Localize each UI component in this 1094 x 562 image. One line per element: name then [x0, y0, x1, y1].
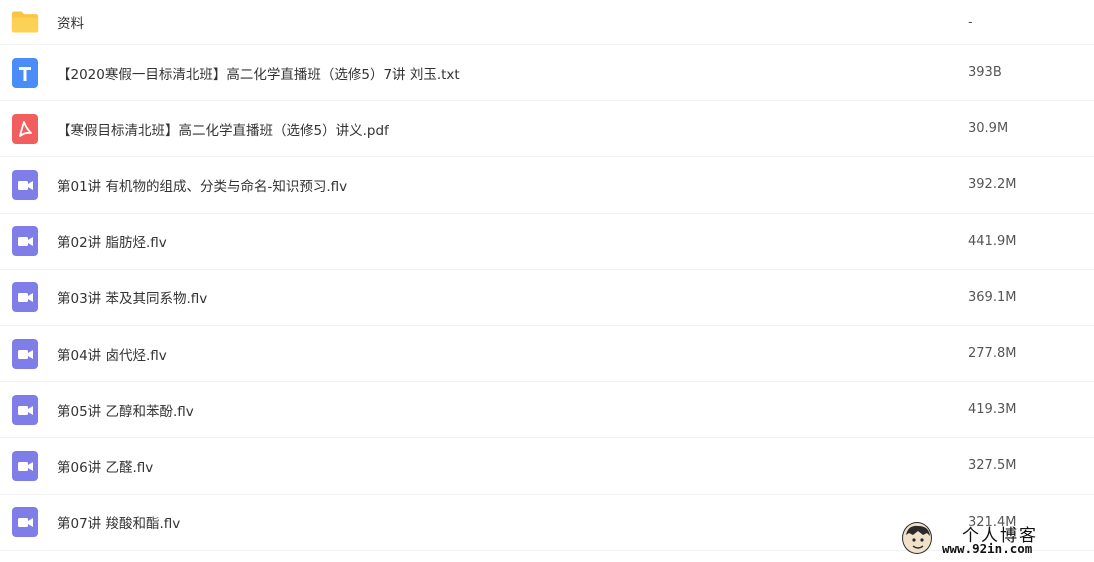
- file-size: -: [968, 14, 973, 30]
- file-row-video[interactable]: 第06讲 乙醛.flv 327.5M: [0, 438, 1094, 495]
- video-file-icon: [11, 394, 39, 425]
- file-row-folder[interactable]: 资料 -: [0, 0, 1094, 45]
- file-name[interactable]: 【寒假目标清北班】高二化学直播班（选修5）讲义.pdf: [57, 119, 389, 139]
- file-row-video[interactable]: 第01讲 有机物的组成、分类与命名-知识预习.flv 392.2M: [0, 157, 1094, 214]
- file-size: 30.9M: [968, 121, 1009, 137]
- file-row-video[interactable]: 第03讲 苯及其同系物.flv 369.1M: [0, 270, 1094, 326]
- video-file-icon: [11, 338, 39, 369]
- file-name[interactable]: 第03讲 苯及其同系物.flv: [57, 287, 207, 307]
- file-name[interactable]: 第01讲 有机物的组成、分类与命名-知识预习.flv: [57, 175, 347, 195]
- file-row-txt[interactable]: 【2020寒假一目标清北班】高二化学直播班（选修5）7讲 刘玉.txt 393B: [0, 45, 1094, 102]
- video-file-icon: [11, 169, 39, 200]
- file-name[interactable]: 资料: [57, 12, 84, 32]
- video-file-icon: [11, 450, 39, 481]
- file-row-pdf[interactable]: 【寒假目标清北班】高二化学直播班（选修5）讲义.pdf 30.9M: [0, 101, 1094, 158]
- video-file-icon: [11, 226, 39, 257]
- watermark-avatar-icon: [902, 522, 932, 554]
- file-size: 393B: [968, 65, 1002, 81]
- file-size: 277.8M: [968, 346, 1017, 362]
- file-row-video[interactable]: 第02讲 脂肪烃.flv 441.9M: [0, 214, 1094, 270]
- file-name[interactable]: 第07讲 羧酸和酯.flv: [57, 512, 180, 532]
- file-name[interactable]: 第02讲 脂肪烃.flv: [57, 231, 167, 251]
- watermark-url: www.92in.com: [942, 541, 1033, 556]
- pdf-file-icon: [11, 113, 39, 144]
- file-name[interactable]: 第04讲 卤代烃.flv: [57, 344, 167, 364]
- file-size: 392.2M: [968, 177, 1017, 193]
- file-name[interactable]: 第06讲 乙醛.flv: [57, 456, 153, 476]
- file-row-video[interactable]: 第05讲 乙醇和苯酚.flv 419.3M: [0, 382, 1094, 439]
- video-file-icon: [11, 507, 39, 538]
- txt-file-icon: [11, 57, 39, 88]
- file-size: 369.1M: [968, 289, 1017, 305]
- file-size: 441.9M: [968, 233, 1017, 249]
- file-name[interactable]: 【2020寒假一目标清北班】高二化学直播班（选修5）7讲 刘玉.txt: [57, 63, 460, 83]
- file-row-video[interactable]: 第04讲 卤代烃.flv 277.8M: [0, 326, 1094, 383]
- folder-icon: [11, 7, 39, 37]
- file-list: 资料 - 【2020寒假一目标清北班】高二化学直播班（选修5）7讲 刘玉.txt…: [0, 0, 1094, 551]
- watermark: 个人博客 www.92in.com: [898, 518, 1088, 558]
- file-size: 327.5M: [968, 458, 1017, 474]
- file-size: 419.3M: [968, 402, 1017, 418]
- file-name[interactable]: 第05讲 乙醇和苯酚.flv: [57, 400, 194, 420]
- video-file-icon: [11, 282, 39, 313]
